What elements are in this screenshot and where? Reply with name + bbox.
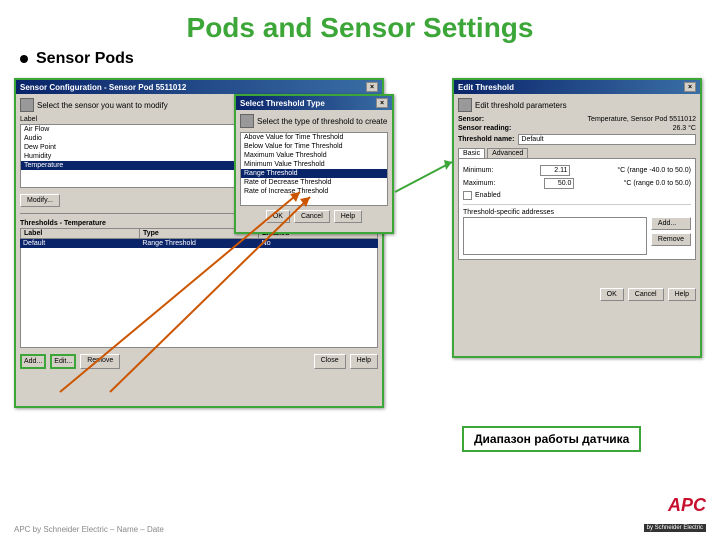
address-add-button[interactable]: Add... (651, 217, 691, 230)
list-item-selected[interactable]: Range Threshold (241, 169, 387, 178)
threshold-icon (240, 114, 254, 128)
list-item[interactable]: Minimum Value Threshold (241, 160, 387, 169)
max-input[interactable]: 50.0 (544, 178, 574, 189)
callout-text: Диапазон работы датчика (474, 432, 629, 446)
close-icon[interactable]: × (376, 98, 388, 108)
address-remove-button[interactable]: Remove (651, 233, 691, 246)
email-group-label: Threshold-specific addresses (463, 209, 691, 216)
footer-text: APC by Schneider Electric – Name – Date (14, 525, 164, 534)
col-label: Label (21, 229, 140, 238)
sensor-value: Temperature, Sensor Pod 5511012 (588, 116, 696, 123)
close-button[interactable]: Close (314, 354, 346, 369)
remove-button[interactable]: Remove (80, 354, 120, 369)
add-button[interactable]: Add... (20, 354, 46, 369)
sensor-field: Sensor: Temperature, Sensor Pod 5511012 (458, 116, 696, 123)
table-row[interactable]: Default Range Threshold No (20, 239, 378, 248)
bullet-row: Sensor Pods (0, 50, 720, 68)
enabled-label: Enabled (475, 192, 501, 199)
tab-basic[interactable]: Basic (458, 148, 485, 158)
threshold-name-field: Threshold name: Default (458, 134, 696, 145)
min-unit: °C (range -40.0 to 50.0) (617, 167, 691, 174)
apc-logo-icon: APC (644, 495, 706, 516)
threshold-name-label: Threshold name: (458, 136, 514, 143)
list-item[interactable]: Rate of Increase Threshold (241, 187, 387, 196)
edit-threshold-window: Edit Threshold × Edit threshold paramete… (452, 78, 702, 358)
address-listbox[interactable] (463, 217, 647, 255)
window-title: Sensor Configuration - Sensor Pod 551101… (20, 83, 186, 92)
min-label: Minimum: (463, 167, 493, 174)
ok-button[interactable]: OK (600, 288, 624, 301)
logo-wrapper: APC by Schneider Electric (644, 495, 706, 534)
min-input[interactable]: 2.11 (540, 165, 570, 176)
sensor-icon (20, 98, 34, 112)
modify-button[interactable]: Modify... (20, 194, 60, 207)
edit-button[interactable]: Edit... (50, 354, 76, 369)
instruction-row: Edit threshold parameters (458, 98, 696, 112)
window-title: Select Threshold Type (240, 99, 325, 108)
cancel-button[interactable]: Cancel (628, 288, 664, 301)
threshold-name-input[interactable]: Default (518, 134, 696, 145)
maximum-row: Maximum: 50.0 °C (range 0.0 to 50.0) (463, 178, 691, 189)
window-title: Edit Threshold (458, 83, 514, 92)
cell-enabled: No (259, 239, 378, 248)
list-item[interactable]: Above Value for Time Threshold (241, 133, 387, 142)
threshold-type-listbox[interactable]: Above Value for Time Threshold Below Val… (240, 132, 388, 206)
close-icon[interactable]: × (366, 82, 378, 92)
edit-icon (458, 98, 472, 112)
titlebar-edit-threshold: Edit Threshold × (454, 80, 700, 94)
instruction-row: Select the type of threshold to create (240, 114, 388, 128)
help-button[interactable]: Help (350, 354, 378, 369)
tab-strip: Basic Advanced (458, 148, 696, 158)
footer: APC by Schneider Electric – Name – Date … (0, 495, 720, 534)
schneider-logo-sub: by Schneider Electric (644, 524, 706, 532)
cell-type: Range Threshold (139, 239, 258, 248)
help-button[interactable]: Help (668, 288, 696, 301)
ok-button[interactable]: OK (266, 210, 290, 223)
enabled-row[interactable]: Enabled (463, 191, 691, 200)
list-item[interactable]: Rate of Decrease Threshold (241, 178, 387, 187)
minimum-row: Minimum: 2.11 °C (range -40.0 to 50.0) (463, 165, 691, 176)
bullet-text: Sensor Pods (36, 50, 134, 68)
reading-label: Sensor reading: (458, 125, 511, 132)
callout-box: Диапазон работы датчика (462, 426, 641, 452)
max-unit: °C (range 0.0 to 50.0) (624, 180, 691, 187)
list-item[interactable]: Below Value for Time Threshold (241, 142, 387, 151)
titlebar-sensor-config: Sensor Configuration - Sensor Pod 551101… (16, 80, 382, 94)
cell-label: Default (20, 239, 139, 248)
slide-title: Pods and Sensor Settings (0, 0, 720, 50)
help-button[interactable]: Help (334, 210, 362, 223)
bullet-dot-icon (20, 55, 28, 63)
tab-advanced[interactable]: Advanced (487, 148, 528, 158)
enabled-checkbox[interactable] (463, 191, 472, 200)
reading-value: 26.3 °C (673, 125, 696, 132)
instruction-text: Edit threshold parameters (475, 101, 567, 110)
close-icon[interactable]: × (684, 82, 696, 92)
reading-field: Sensor reading: 26.3 °C (458, 125, 696, 132)
cancel-button[interactable]: Cancel (294, 210, 330, 223)
sensor-label: Sensor: (458, 116, 484, 123)
select-threshold-window: Select Threshold Type × Select the type … (234, 94, 394, 234)
max-label: Maximum: (463, 180, 495, 187)
instruction-text: Select the sensor you want to modify (37, 101, 168, 110)
table-empty-area (20, 248, 378, 348)
workspace: Sensor Configuration - Sensor Pod 551101… (0, 72, 720, 432)
titlebar-select-threshold: Select Threshold Type × (236, 96, 392, 110)
list-item[interactable]: Maximum Value Threshold (241, 151, 387, 160)
instruction-text: Select the type of threshold to create (257, 117, 387, 126)
